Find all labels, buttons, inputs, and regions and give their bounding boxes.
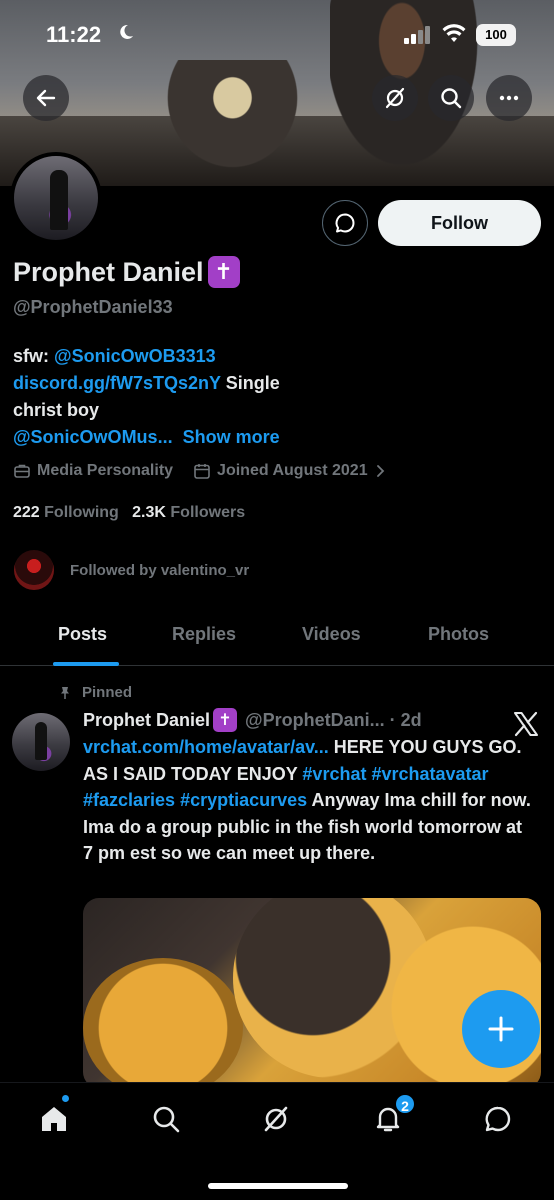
more-options-button[interactable]: [486, 75, 532, 121]
profile-name-row: Prophet Daniel ✝: [13, 256, 240, 288]
profile-avatar[interactable]: [10, 152, 102, 244]
home-icon: [42, 1107, 66, 1131]
cross-emoji-icon: ✝: [207, 256, 240, 288]
following-label: Following: [44, 504, 119, 521]
chevron-right-icon: [376, 465, 384, 477]
nav-messages[interactable]: [480, 1101, 516, 1137]
profile-category: Media Personality: [13, 462, 173, 480]
grok-icon: [264, 1106, 288, 1132]
pinned-text: Pinned: [82, 684, 133, 701]
post-link[interactable]: vrchat.com/home/avatar/av...: [83, 737, 329, 757]
cross-emoji-icon: ✝: [213, 708, 238, 732]
follow-counts: 222 Following 2.3K Followers: [13, 504, 245, 522]
followers-label: Followers: [170, 504, 246, 521]
tab-videos[interactable]: Videos: [302, 624, 361, 645]
notification-count-badge: 2: [394, 1093, 416, 1115]
post-body: vrchat.com/home/avatar/av... HERE YOU GU…: [83, 734, 533, 867]
following-count: 222: [13, 504, 40, 521]
following-link[interactable]: 222 Following: [13, 504, 119, 521]
follower-avatar: [14, 550, 54, 590]
grok-button[interactable]: [372, 75, 418, 121]
battery-indicator: 100: [476, 24, 516, 46]
search-button[interactable]: [428, 75, 474, 121]
tab-photos[interactable]: Photos: [428, 624, 489, 645]
grok-icon: [385, 87, 405, 109]
avatar-silhouette: [50, 170, 68, 230]
followed-by-text: Followed by valentino_vr: [70, 561, 250, 579]
briefcase-icon: [14, 464, 30, 478]
plus-icon: [488, 1016, 514, 1042]
calendar-icon: [194, 464, 210, 479]
search-icon: [441, 88, 462, 109]
back-button[interactable]: [23, 75, 69, 121]
bio-text-line: christ boy: [13, 400, 100, 420]
hashtag-vrchatavatar[interactable]: #vrchatavatar: [371, 764, 488, 784]
avatar-silhouette: [35, 722, 47, 760]
bio-text: Single: [220, 373, 280, 393]
tab-replies[interactable]: Replies: [172, 624, 236, 645]
home-unread-dot: [62, 1095, 69, 1102]
profile-joined[interactable]: Joined August 2021: [193, 462, 386, 480]
show-more-link[interactable]: Show more: [183, 427, 280, 447]
post-handle-time: @ProphetDani... · 2d: [245, 709, 422, 730]
profile-handle: @ProphetDaniel33: [13, 297, 173, 317]
hashtag-vrchat[interactable]: #vrchat: [302, 764, 366, 784]
media-shape: [83, 958, 243, 1088]
followed-by-row[interactable]: Followed by valentino_vr: [14, 550, 249, 590]
moon-icon: [120, 24, 133, 39]
bio-discord-link[interactable]: discord.gg/fW7sTQs2nY: [13, 373, 221, 393]
post-media-image[interactable]: [83, 898, 541, 1088]
profile-meta: Media Personality Joined August 2021: [13, 462, 406, 480]
status-time: 11:22: [46, 22, 102, 47]
bio-sfw-label: sfw:: [13, 346, 55, 366]
message-button[interactable]: [322, 200, 368, 246]
profile-tabs: Posts Replies Videos Photos: [0, 608, 554, 666]
pinned-label: Pinned: [58, 684, 132, 701]
compose-post-button[interactable]: [462, 990, 540, 1068]
post-author-name[interactable]: Prophet Daniel: [83, 710, 210, 731]
home-indicator: [208, 1183, 348, 1189]
profile-bio: sfw: @SonicOwOB3313 discord.gg/fW7sTQs2n…: [13, 343, 533, 451]
cellular-signal-icon: [404, 26, 430, 44]
messages-icon: [485, 1106, 511, 1132]
nav-search[interactable]: [148, 1101, 184, 1137]
nav-grok[interactable]: [258, 1101, 294, 1137]
wifi-icon: [442, 24, 466, 42]
tab-posts[interactable]: Posts: [58, 624, 107, 645]
active-tab-indicator: [53, 662, 119, 666]
nav-home[interactable]: [36, 1101, 72, 1137]
arrow-left-icon: [36, 89, 56, 107]
profile-display-name: Prophet Daniel: [13, 256, 204, 287]
followers-link[interactable]: 2.3K Followers: [132, 504, 245, 521]
pin-icon: [61, 686, 69, 699]
follow-button[interactable]: Follow: [378, 200, 541, 246]
status-bar: 11:22 100: [0, 0, 554, 70]
post-author-avatar[interactable]: [12, 713, 70, 771]
followers-count: 2.3K: [132, 504, 166, 521]
chat-bubble-icon: [335, 213, 355, 233]
search-icon: [153, 1106, 180, 1133]
banner-figure-left: [150, 60, 300, 186]
category-text: Media Personality: [37, 462, 174, 479]
joined-text: Joined August 2021: [217, 462, 368, 479]
post-header: Prophet Daniel ✝ @ProphetDani... · 2d: [83, 708, 422, 732]
hashtag-cryptiacurves[interactable]: #cryptiacurves: [180, 790, 307, 810]
bio-mention-link-2[interactable]: @SonicOwOMus...: [13, 427, 173, 447]
hashtag-fazclaries[interactable]: #fazclaries: [83, 790, 175, 810]
bio-mention-link[interactable]: @SonicOwOB3313: [54, 346, 216, 366]
more-horizontal-icon: [499, 95, 519, 101]
